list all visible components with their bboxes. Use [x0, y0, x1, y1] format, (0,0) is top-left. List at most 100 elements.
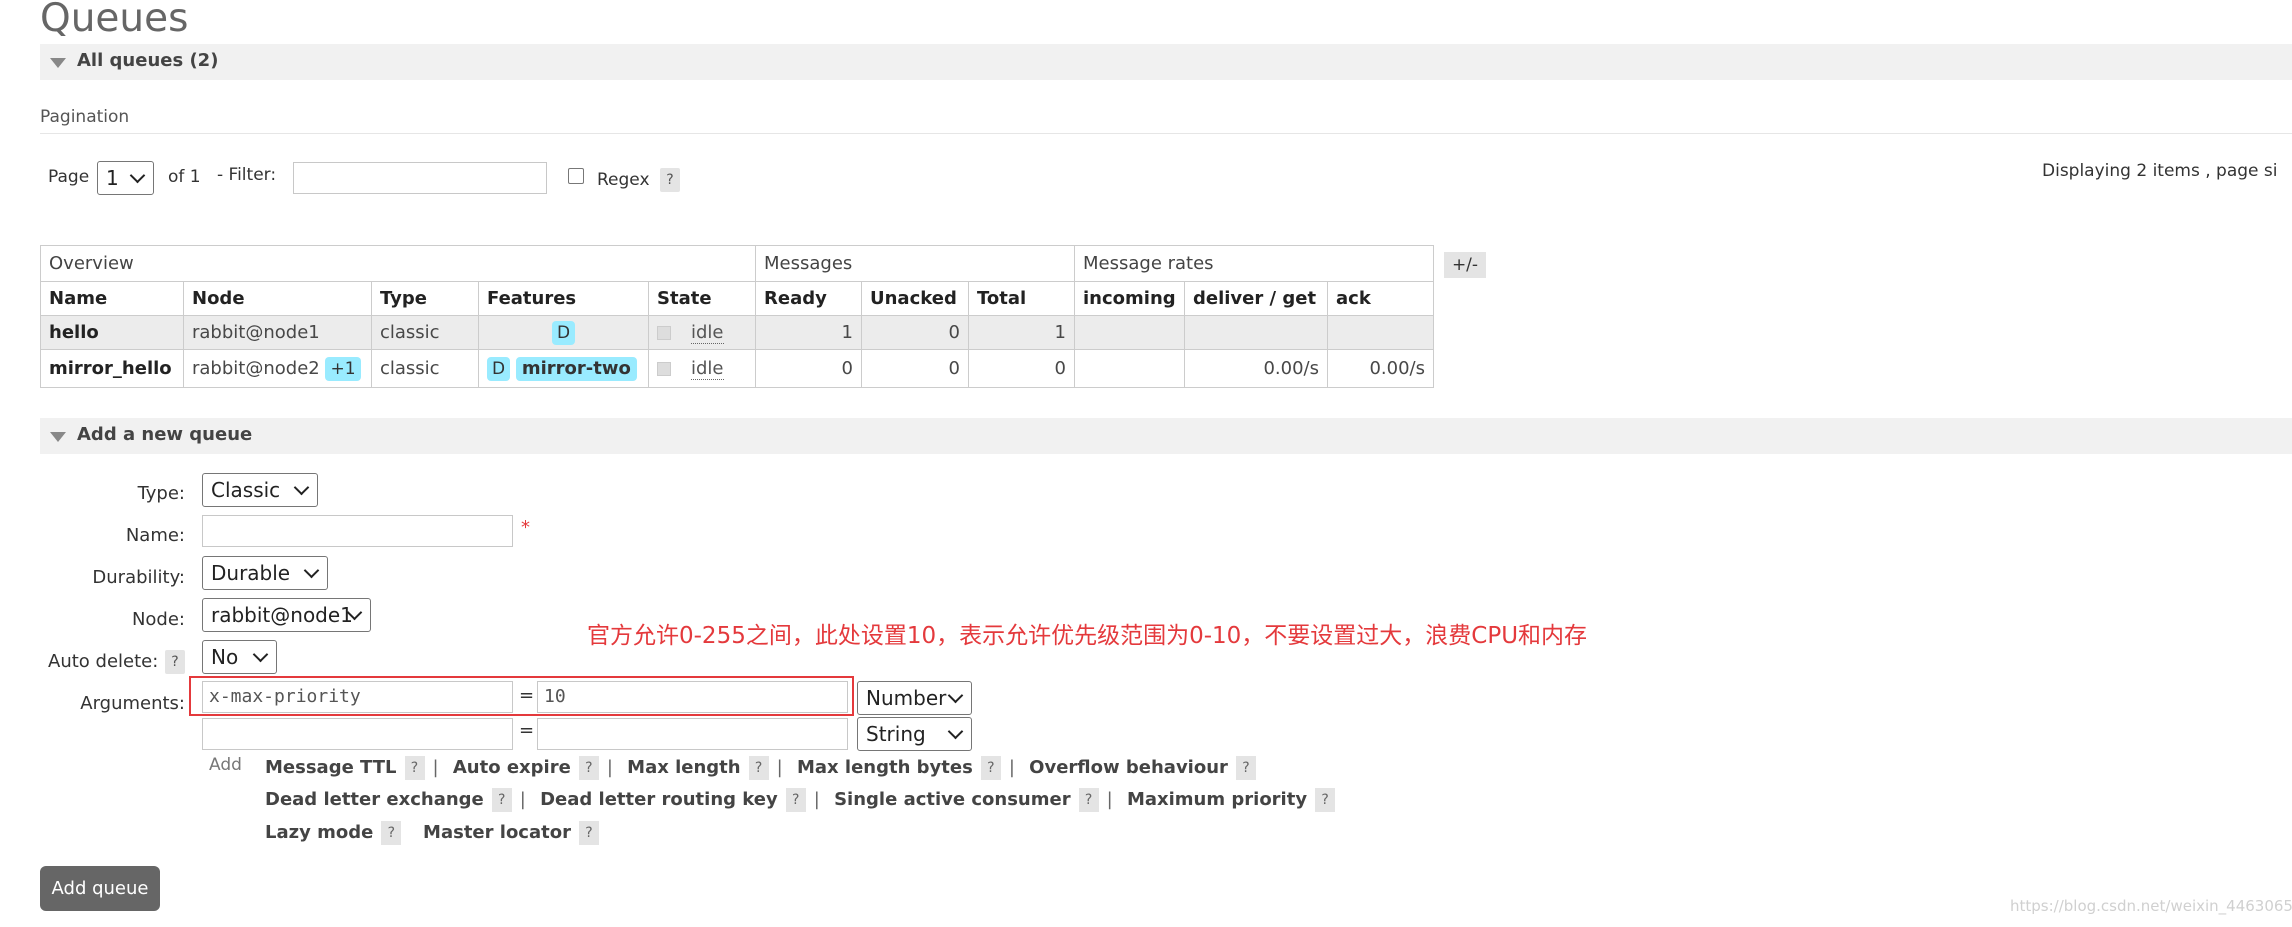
help-icon[interactable]: ?	[491, 788, 512, 812]
type-select-value: Classic	[211, 478, 281, 502]
annotation-text: 官方允许0-255之间，此处设置10，表示允许优先级范围为0-10，不要设置过大…	[587, 623, 1588, 649]
group-message-rates: Message rates	[1074, 245, 1434, 282]
argument-type-value: String	[866, 722, 926, 746]
node-select[interactable]: rabbit@node1	[202, 598, 371, 632]
table-row[interactable]: mirror_hello rabbit@node2 +1 classic D m…	[40, 349, 1434, 388]
queue-ready: 1	[755, 315, 862, 350]
page-select[interactable]: 1	[97, 161, 154, 195]
shortcut-overflow-behaviour[interactable]: Overflow behaviour	[1029, 757, 1228, 778]
queue-name-link[interactable]: mirror_hello	[40, 349, 184, 388]
queue-features: D	[478, 315, 649, 350]
col-incoming[interactable]: incoming	[1074, 281, 1185, 316]
regex-label: Regex	[597, 170, 650, 190]
col-state[interactable]: State	[648, 281, 756, 316]
help-icon[interactable]: ?	[980, 756, 1001, 780]
shortcut-message-ttl[interactable]: Message TTL	[265, 757, 397, 778]
help-icon[interactable]: ?	[578, 756, 599, 780]
argument-type-select[interactable]: String	[857, 717, 972, 751]
shortcut-single-active-consumer[interactable]: Single active consumer	[834, 789, 1071, 810]
queue-type: classic	[371, 315, 479, 350]
policy-badge[interactable]: mirror-two	[515, 356, 637, 381]
name-input[interactable]	[202, 515, 513, 547]
chevron-down-icon	[293, 479, 310, 496]
regex-checkbox[interactable]	[568, 168, 584, 184]
columns-toggle-button[interactable]: +/-	[1444, 252, 1486, 278]
argument-shortcuts-row-3: Lazy mode? Master locator?	[265, 819, 599, 847]
auto-delete-help-icon[interactable]: ?	[165, 650, 185, 674]
col-features[interactable]: Features	[478, 281, 649, 316]
add-queue-toggle[interactable]: Add a new queue	[40, 418, 2292, 454]
collapse-triangle-icon	[50, 432, 66, 442]
argument-key-input[interactable]	[202, 718, 513, 750]
col-node[interactable]: Node	[183, 281, 372, 316]
add-label: Add	[209, 755, 242, 775]
queue-state: idle	[648, 349, 756, 388]
queue-ack	[1327, 315, 1434, 350]
feature-badge-durable: D	[487, 356, 511, 381]
help-icon[interactable]: ?	[1315, 788, 1336, 812]
col-name[interactable]: Name	[40, 281, 184, 316]
help-icon[interactable]: ?	[1078, 788, 1099, 812]
queue-total: 0	[968, 349, 1075, 388]
page-select-value: 1	[106, 166, 119, 190]
argument-type-select[interactable]: Number	[857, 681, 972, 715]
help-icon[interactable]: ?	[785, 788, 806, 812]
shortcut-lazy-mode[interactable]: Lazy mode	[265, 822, 373, 843]
page-title: Queues	[40, 0, 189, 41]
collapse-triangle-icon	[50, 58, 66, 68]
col-type[interactable]: Type	[371, 281, 479, 316]
node-mirror-count-badge: +1	[325, 356, 361, 381]
queue-total: 1	[968, 315, 1075, 350]
shortcut-auto-expire[interactable]: Auto expire	[453, 757, 571, 778]
page-of-label: of 1	[168, 167, 201, 187]
shortcut-max-length[interactable]: Max length	[627, 757, 740, 778]
shortcut-max-length-bytes[interactable]: Max length bytes	[797, 757, 973, 778]
auto-delete-select-value: No	[211, 645, 239, 669]
durability-select-value: Durable	[211, 561, 291, 585]
col-total[interactable]: Total	[968, 281, 1075, 316]
table-row[interactable]: hello rabbit@node1 classic D idle 1 0 1	[40, 315, 1434, 350]
page-label: Page	[48, 167, 90, 187]
help-icon[interactable]: ?	[578, 821, 599, 845]
shortcut-dead-letter-routing-key[interactable]: Dead letter routing key	[540, 789, 778, 810]
regex-help-icon[interactable]: ?	[660, 168, 680, 192]
displaying-info: Displaying 2 items , page si	[2042, 161, 2278, 181]
auto-delete-select[interactable]: No	[202, 640, 277, 674]
watermark: https://blog.csdn.net/weixin_44630656	[2010, 897, 2292, 915]
col-unacked[interactable]: Unacked	[861, 281, 969, 316]
shortcut-maximum-priority[interactable]: Maximum priority	[1127, 789, 1307, 810]
all-queues-toggle[interactable]: All queues (2)	[40, 44, 2292, 80]
durability-select[interactable]: Durable	[202, 556, 328, 590]
auto-delete-label: Auto delete:	[48, 651, 159, 672]
queue-state: idle	[648, 315, 756, 350]
arguments-label: Arguments:	[80, 693, 185, 714]
filter-input[interactable]	[293, 162, 547, 194]
help-icon[interactable]: ?	[748, 756, 769, 780]
add-queue-button[interactable]: Add queue	[40, 866, 160, 911]
pagination-label: Pagination	[40, 107, 130, 127]
col-ack[interactable]: ack	[1327, 281, 1434, 316]
type-select[interactable]: Classic	[202, 473, 318, 507]
argument-shortcuts-row-1: Message TTL? | Auto expire? | Max length? |…	[265, 754, 1256, 782]
help-icon[interactable]: ?	[381, 821, 402, 845]
queue-features: D mirror-two	[478, 349, 649, 388]
add-queue-section-label: Add a new queue	[77, 424, 253, 445]
queue-incoming	[1074, 349, 1185, 388]
help-icon[interactable]: ?	[1235, 756, 1256, 780]
col-deliver-get[interactable]: deliver / get	[1184, 281, 1328, 316]
shortcut-master-locator[interactable]: Master locator	[423, 822, 571, 843]
queue-deliver-get	[1184, 315, 1328, 350]
queue-ready: 0	[755, 349, 862, 388]
chevron-down-icon	[129, 167, 146, 184]
argument-value-input[interactable]	[537, 718, 848, 750]
shortcut-dead-letter-exchange[interactable]: Dead letter exchange	[265, 789, 484, 810]
node-select-value: rabbit@node1	[211, 603, 353, 627]
queue-node: rabbit@node2 +1	[183, 349, 372, 388]
col-ready[interactable]: Ready	[755, 281, 862, 316]
argument-shortcuts-row-2: Dead letter exchange? | Dead letter routi…	[265, 786, 1336, 814]
state-label: idle	[691, 322, 724, 344]
queue-name-link[interactable]: hello	[40, 315, 184, 350]
queue-unacked: 0	[861, 315, 969, 350]
queue-ack: 0.00/s	[1327, 349, 1434, 388]
help-icon[interactable]: ?	[404, 756, 425, 780]
